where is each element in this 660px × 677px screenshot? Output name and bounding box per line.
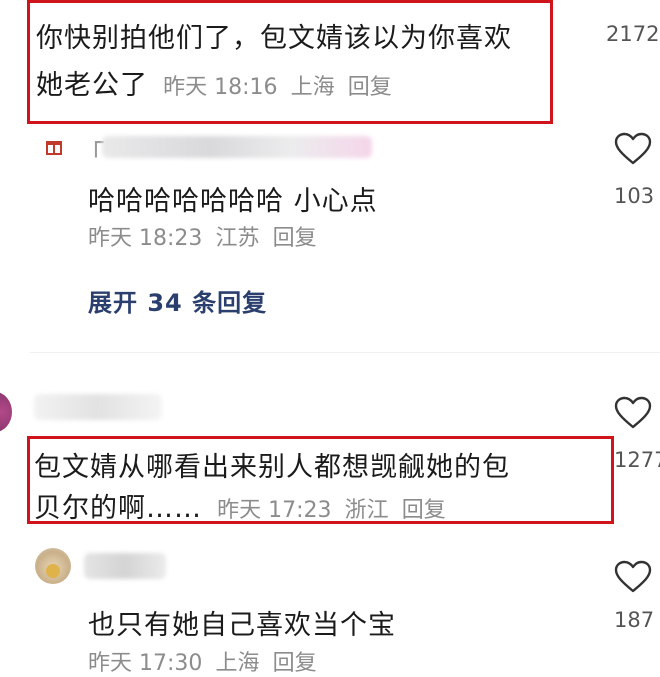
comment2-avatar[interactable] [0, 392, 12, 432]
reply2-time: 昨天 17:30 [88, 651, 203, 676]
comment2-reply-button[interactable]: 回复 [402, 498, 446, 523]
reply1-like-count: 103 [614, 184, 655, 208]
expand-replies-link[interactable]: 展开 34 条回复 [88, 283, 267, 318]
comment1-meta-row: 她老公了 昨天 18:16 上海 回复 [36, 63, 392, 102]
comment1-time: 昨天 18:16 [163, 75, 278, 100]
reply2-like-button[interactable] [614, 560, 652, 594]
comment2-location: 浙江 [344, 498, 389, 523]
comment2-time: 昨天 17:23 [217, 498, 332, 523]
comment2-text-line2: 贝尔的啊…… [34, 493, 202, 524]
reply2-like-count: 187 [614, 608, 655, 632]
reply1-text: 哈哈哈哈哈哈哈 小心点 [88, 186, 378, 217]
reply1-like-button[interactable] [614, 132, 652, 166]
gift-icon [45, 137, 63, 155]
reply1-location: 江苏 [215, 226, 260, 251]
comment1-like-count: 2172 [606, 22, 660, 46]
reply1-time: 昨天 18:23 [88, 226, 203, 251]
heart-outline-icon [614, 560, 652, 593]
reply1-username-blurred [102, 136, 372, 158]
heart-outline-icon [614, 132, 652, 165]
reply2-text: 也只有她自己喜欢当个宝 [88, 610, 396, 641]
reply1-reply-button[interactable]: 回复 [273, 226, 317, 251]
reply1-meta-row: 昨天 18:23 江苏 回复 [88, 220, 317, 252]
comment1-text-line2: 她老公了 [36, 70, 148, 101]
comment2-like-count: 1277 [614, 448, 660, 472]
comment2-meta-row: 贝尔的啊…… 昨天 17:23 浙江 回复 [34, 486, 446, 525]
comment2-like-button[interactable] [614, 396, 652, 430]
reply2-meta-row: 昨天 17:30 上海 回复 [88, 645, 317, 677]
comment1-text-line1: 你快别拍他们了，包文婧该以为你喜欢 [36, 23, 512, 54]
reply2-avatar[interactable] [35, 548, 71, 584]
reply2-username-blurred [84, 553, 166, 579]
reply2-reply-button[interactable]: 回复 [273, 651, 317, 676]
comment1-reply-button[interactable]: 回复 [348, 75, 392, 100]
comment2-text-line1: 包文婧从哪看出来别人都想觊觎她的包 [34, 452, 510, 483]
divider [30, 352, 660, 353]
heart-outline-icon [614, 396, 652, 429]
reply2-location: 上海 [215, 651, 260, 676]
comment1-location: 上海 [290, 75, 335, 100]
comment2-username-blurred [34, 394, 162, 420]
